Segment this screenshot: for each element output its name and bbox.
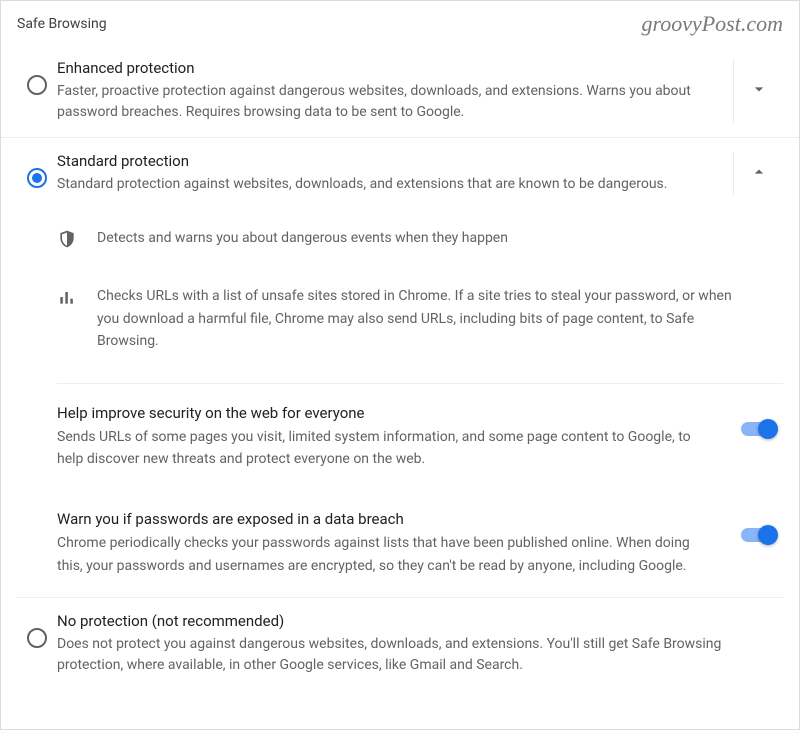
sub-desc: Chrome periodically checks your password… <box>57 532 713 577</box>
detail-1-text: Detects and warns you about dangerous ev… <box>97 227 733 249</box>
expand-enhanced[interactable] <box>733 59 783 123</box>
chevron-down-icon <box>749 79 769 103</box>
option-no-protection[interactable]: No protection (not recommended) Does not… <box>1 598 799 690</box>
sub-desc: Sends URLs of some pages you visit, limi… <box>57 426 713 471</box>
header: Safe Browsing groovyPost.com <box>1 1 799 45</box>
sub-title: Warn you if passwords are exposed in a d… <box>57 510 713 528</box>
option-enhanced[interactable]: Enhanced protection Faster, proactive pr… <box>1 45 799 137</box>
option-enhanced-title: Enhanced protection <box>57 59 725 77</box>
chevron-up-icon <box>749 162 769 186</box>
detail-row: Checks URLs with a list of unsafe sites … <box>57 267 783 370</box>
shield-icon <box>57 227 97 249</box>
sub-option-password-breach: Warn you if passwords are exposed in a d… <box>57 490 783 597</box>
option-standard[interactable]: Standard protection Standard protection … <box>1 137 799 209</box>
detail-2-text: Checks URLs with a list of unsafe sites … <box>97 285 733 352</box>
standard-details: Detects and warns you about dangerous ev… <box>1 209 799 597</box>
sub-option-improve-security: Help improve security on the web for eve… <box>57 384 783 491</box>
page-title: Safe Browsing <box>17 16 107 32</box>
toggle-improve-security[interactable] <box>741 422 775 436</box>
option-enhanced-desc: Faster, proactive protection against dan… <box>57 81 725 123</box>
option-standard-title: Standard protection <box>57 152 725 170</box>
detail-row: Detects and warns you about dangerous ev… <box>57 209 783 267</box>
option-none-desc: Does not protect you against dangerous w… <box>57 634 733 676</box>
option-standard-desc: Standard protection against websites, do… <box>57 174 725 195</box>
radio-no-protection[interactable] <box>27 628 47 648</box>
toggle-password-breach[interactable] <box>741 528 775 542</box>
collapse-standard[interactable] <box>733 152 783 195</box>
option-none-title: No protection (not recommended) <box>57 612 733 630</box>
sub-title: Help improve security on the web for eve… <box>57 404 713 422</box>
safe-browsing-panel: Safe Browsing groovyPost.com Enhanced pr… <box>0 0 800 730</box>
sub-options: Help improve security on the web for eve… <box>57 383 783 598</box>
radio-enhanced[interactable] <box>27 75 47 95</box>
watermark: groovyPost.com <box>641 11 783 37</box>
radio-standard[interactable] <box>27 168 47 188</box>
bars-icon <box>57 285 97 307</box>
